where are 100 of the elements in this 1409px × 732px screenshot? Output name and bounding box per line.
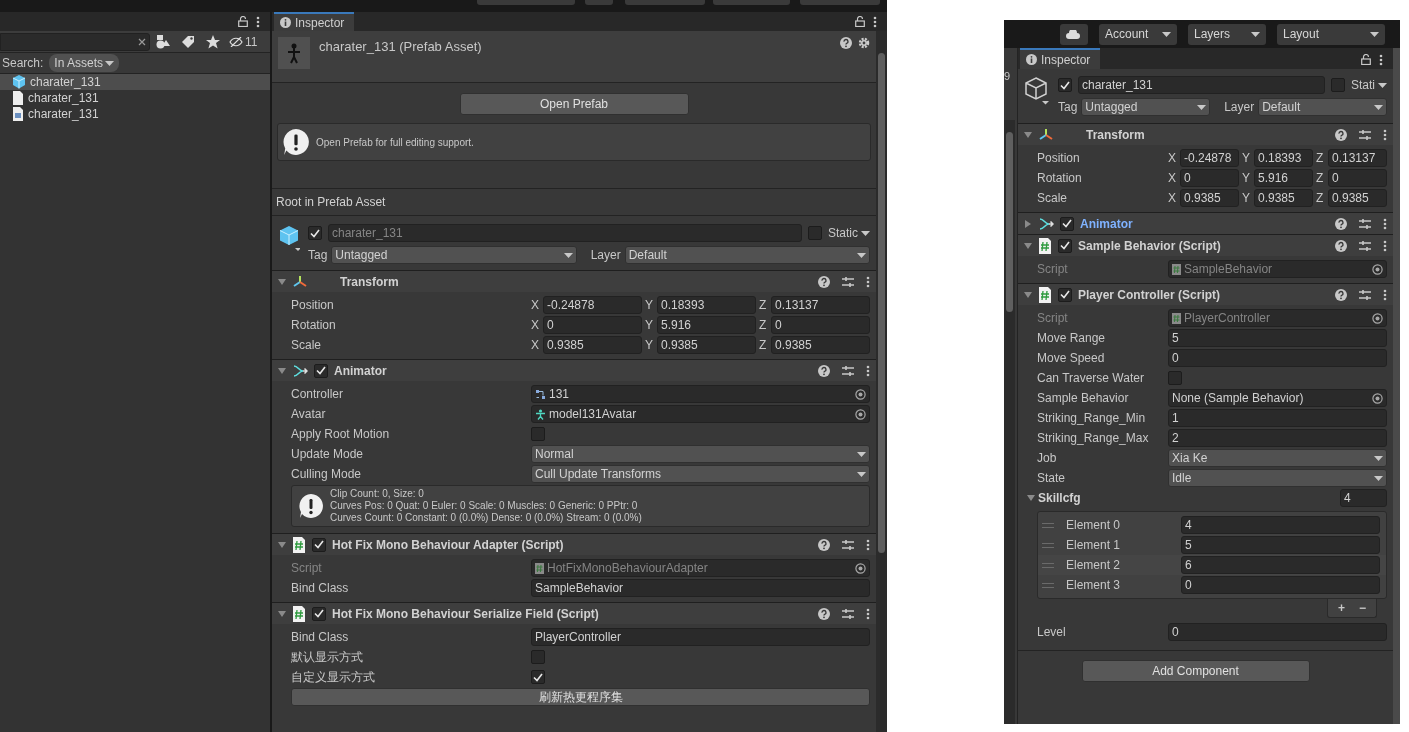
drag-handle-icon[interactable] bbox=[1042, 542, 1054, 548]
toolbar-dropdown[interactable]: Layers bbox=[1188, 23, 1266, 45]
number-field[interactable]: 0 bbox=[1181, 576, 1380, 594]
scrollbar[interactable] bbox=[876, 31, 887, 732]
number-field[interactable]: 4 bbox=[1181, 516, 1380, 534]
enable-checkbox[interactable] bbox=[1060, 216, 1074, 231]
label-filter-icon[interactable] bbox=[180, 34, 195, 49]
menu-icon[interactable] bbox=[1383, 288, 1387, 301]
number-field[interactable]: 6 bbox=[1181, 556, 1380, 574]
size-field[interactable]: 4 bbox=[1340, 489, 1387, 507]
star-icon[interactable] bbox=[205, 34, 220, 49]
toolbar-dropdown[interactable]: Account bbox=[1099, 23, 1177, 45]
menu-icon[interactable] bbox=[1383, 128, 1387, 141]
help-icon[interactable] bbox=[1335, 217, 1347, 230]
menu-icon[interactable] bbox=[866, 607, 870, 620]
asset-item[interactable]: charater_131 bbox=[0, 106, 270, 122]
list-element[interactable]: Element 0 4 bbox=[1038, 515, 1386, 535]
preset-icon[interactable] bbox=[842, 364, 854, 377]
menu-icon[interactable] bbox=[1383, 217, 1387, 230]
enable-checkbox[interactable] bbox=[314, 363, 328, 378]
number-field[interactable]: 0.18393 bbox=[657, 296, 756, 314]
preset-icon[interactable] bbox=[1359, 239, 1371, 252]
asset-item[interactable]: charater_131 bbox=[0, 74, 270, 90]
text-field[interactable]: 5 bbox=[1168, 329, 1387, 347]
list-element[interactable]: Element 1 5 bbox=[1038, 535, 1386, 555]
foldout-icon[interactable] bbox=[1024, 290, 1032, 299]
number-field[interactable]: 0.9385 bbox=[1254, 189, 1313, 207]
dropdown[interactable]: Normal bbox=[531, 445, 870, 463]
number-field[interactable]: 0 bbox=[1328, 169, 1387, 187]
scrollbar[interactable] bbox=[1393, 48, 1400, 724]
inspector-tab[interactable]: Inspector bbox=[274, 12, 355, 31]
list-element[interactable]: Element 3 0 bbox=[1038, 575, 1386, 595]
help-icon[interactable] bbox=[818, 607, 830, 620]
add-component-button[interactable]: Add Component bbox=[1081, 660, 1310, 682]
preset-icon[interactable] bbox=[1359, 217, 1371, 230]
object-picker-icon[interactable] bbox=[855, 388, 866, 400]
help-icon[interactable] bbox=[840, 37, 852, 49]
lock-icon[interactable] bbox=[855, 16, 865, 27]
number-field[interactable]: 0.13137 bbox=[771, 296, 870, 314]
number-field[interactable]: 5 bbox=[1181, 536, 1380, 554]
help-icon[interactable] bbox=[1335, 128, 1347, 141]
checkbox[interactable] bbox=[531, 650, 545, 664]
text-field[interactable]: SampleBehavior bbox=[531, 579, 870, 597]
number-field[interactable]: 0 bbox=[1180, 169, 1239, 187]
foldout-icon[interactable] bbox=[278, 540, 286, 549]
menu-icon[interactable] bbox=[866, 364, 870, 377]
dropdown[interactable]: Default bbox=[1258, 98, 1387, 116]
help-icon[interactable] bbox=[1335, 288, 1347, 301]
enable-checkbox[interactable] bbox=[312, 537, 326, 552]
cloud-button[interactable] bbox=[1060, 23, 1088, 45]
number-field[interactable]: 0.9385 bbox=[1328, 189, 1387, 207]
menu-icon[interactable] bbox=[873, 15, 877, 28]
clear-icon[interactable] bbox=[138, 37, 146, 46]
enable-checkbox[interactable] bbox=[1058, 238, 1072, 253]
object-picker-icon[interactable] bbox=[1372, 392, 1383, 404]
dropdown[interactable]: Untagged bbox=[1081, 98, 1211, 116]
menu-icon[interactable] bbox=[866, 275, 870, 288]
foldout-icon[interactable] bbox=[1024, 219, 1032, 228]
static-checkbox[interactable] bbox=[1331, 78, 1345, 92]
preset-icon[interactable] bbox=[842, 538, 854, 551]
checkbox[interactable] bbox=[531, 427, 545, 441]
foldout-icon[interactable] bbox=[1027, 494, 1035, 502]
static-dropdown[interactable]: Static bbox=[828, 224, 870, 242]
help-icon[interactable] bbox=[818, 364, 830, 377]
lock-icon[interactable] bbox=[238, 16, 248, 27]
dropdown[interactable]: Default bbox=[624, 246, 870, 264]
lock-icon[interactable] bbox=[1361, 54, 1371, 65]
settings-icon[interactable] bbox=[858, 37, 870, 49]
checkbox[interactable] bbox=[531, 670, 545, 684]
add-button[interactable]: + bbox=[1337, 599, 1345, 617]
menu-icon[interactable] bbox=[1379, 53, 1383, 66]
help-icon[interactable] bbox=[1335, 239, 1347, 252]
number-field[interactable]: 0.18393 bbox=[1254, 149, 1313, 167]
refresh-button[interactable]: 刷新热更程序集 bbox=[291, 688, 870, 706]
menu-icon[interactable] bbox=[866, 538, 870, 551]
scrollbar[interactable] bbox=[1004, 119, 1015, 724]
object-field[interactable]: None (Sample Behavior) bbox=[1168, 389, 1387, 407]
text-field[interactable]: 0 bbox=[1168, 349, 1387, 367]
object-picker-icon[interactable] bbox=[855, 408, 866, 420]
number-field[interactable]: 0 bbox=[543, 316, 642, 334]
list-element[interactable]: Element 2 6 bbox=[1038, 555, 1386, 575]
preset-icon[interactable] bbox=[1359, 288, 1371, 301]
inspector-tab[interactable]: Inspector bbox=[1020, 48, 1101, 69]
remove-button[interactable]: − bbox=[1359, 599, 1366, 617]
dropdown[interactable]: Untagged bbox=[331, 246, 577, 264]
toolbar-dropdown[interactable]: Layout bbox=[1277, 23, 1385, 45]
number-field[interactable]: 0.13137 bbox=[1328, 149, 1387, 167]
foldout-icon[interactable] bbox=[1024, 130, 1032, 139]
search-field[interactable] bbox=[0, 32, 150, 51]
foldout-icon[interactable] bbox=[1024, 241, 1032, 250]
dropdown[interactable]: Idle bbox=[1168, 469, 1387, 487]
asset-item[interactable]: charater_131 bbox=[0, 90, 270, 106]
dropdown[interactable]: Xia Ke bbox=[1168, 449, 1387, 467]
drag-handle-icon[interactable] bbox=[1042, 562, 1054, 568]
help-icon[interactable] bbox=[818, 275, 830, 288]
dropdown[interactable]: Cull Update Transforms bbox=[531, 465, 870, 483]
open-prefab-button[interactable]: Open Prefab bbox=[459, 93, 689, 115]
hidden-packages-button[interactable]: 11 bbox=[229, 32, 258, 51]
static-dropdown[interactable]: Stati bbox=[1351, 76, 1387, 94]
type-filter-icon[interactable] bbox=[155, 34, 170, 49]
